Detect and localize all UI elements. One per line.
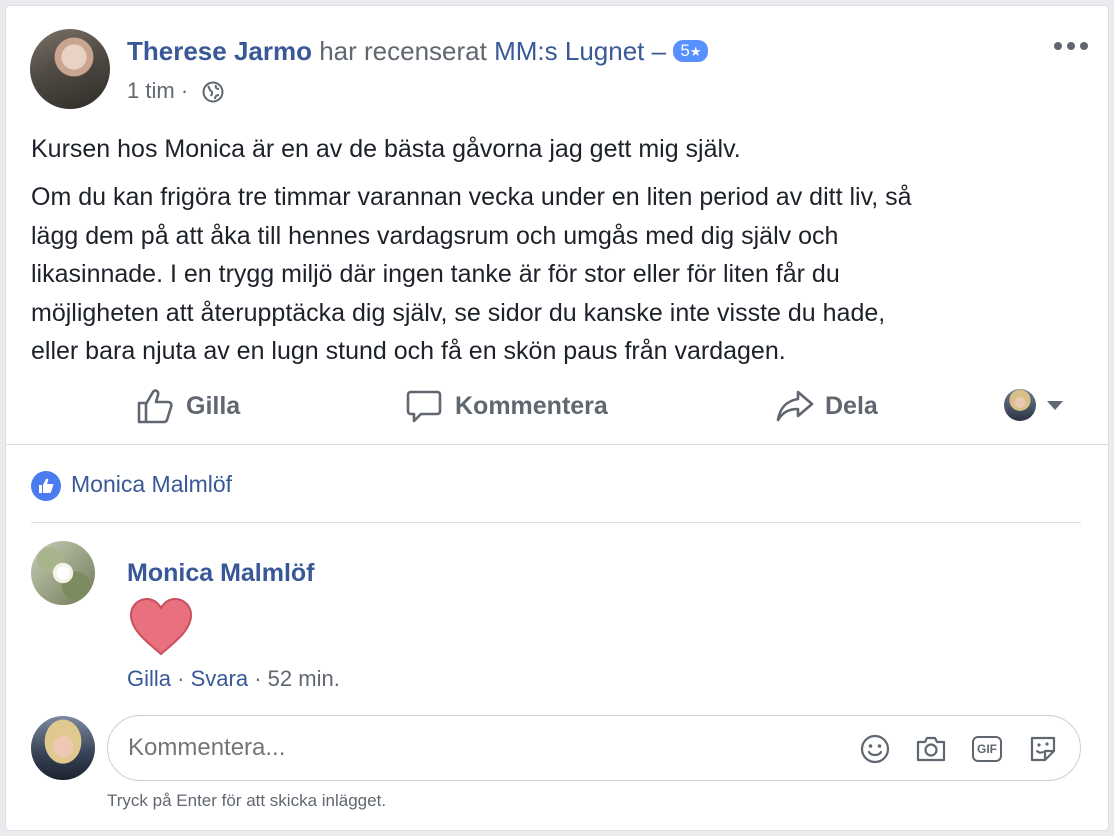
comment-button[interactable]: Kommentera (405, 384, 608, 428)
more-options-icon[interactable] (1054, 42, 1088, 52)
divider (31, 522, 1081, 523)
post-paragraph-1: Kursen hos Monica är en av de bästa gåvo… (31, 135, 741, 163)
chevron-down-icon (1047, 401, 1063, 410)
gif-icon[interactable]: GIF (972, 736, 1002, 762)
star-icon: ★ (689, 44, 702, 59)
comment-actions: Gilla · Svara · 52 min. (127, 666, 340, 692)
globe-icon (202, 81, 224, 103)
paragraph-line: Om du kan frigöra tre timmar varannan ve… (31, 183, 912, 211)
share-arrow-icon (776, 390, 814, 422)
sticker-icon[interactable] (1027, 733, 1059, 765)
comment-reply-link[interactable]: Svara (191, 666, 248, 691)
post-paragraph-2: Om du kan frigöra tre timmar varannan ve… (31, 178, 912, 371)
review-verb: har recenserat (319, 36, 487, 66)
thumbs-up-icon (137, 389, 173, 424)
share-button[interactable]: Dela (775, 384, 878, 428)
speech-bubble-icon (406, 390, 442, 423)
comment-separator: · (254, 666, 262, 691)
meta-separator: · (180, 78, 189, 103)
emoji-icon[interactable] (860, 734, 890, 764)
paragraph-line: lägg dem på att åka till hennes vardagsr… (31, 221, 839, 250)
like-button[interactable]: Gilla (136, 384, 240, 428)
comment-like-link[interactable]: Gilla (127, 666, 171, 691)
comment-input[interactable] (128, 730, 828, 766)
camera-icon[interactable] (915, 734, 947, 764)
like-label: Gilla (186, 391, 241, 420)
comment-input-box[interactable]: GIF (107, 715, 1081, 781)
paragraph-line: eller bara njuta av en lugn stund och få… (31, 337, 786, 365)
rating-badge[interactable]: 5★ (673, 40, 709, 62)
commenter-avatar[interactable] (31, 541, 95, 605)
comment-timestamp[interactable]: 52 min. (268, 666, 340, 691)
likers-link[interactable]: Monica Malmlöf (71, 471, 232, 498)
author-name-link[interactable]: Therese Jarmo (127, 36, 312, 66)
composer-hint: Tryck på Enter för att skicka inlägget. (107, 791, 387, 810)
like-reaction-icon (31, 471, 61, 501)
post-as-selector[interactable] (1004, 389, 1066, 423)
author-avatar[interactable] (30, 29, 110, 109)
viewer-avatar-small (1004, 389, 1036, 421)
paragraph-line: möjligheten att återupptäcka dig själv, … (31, 298, 886, 327)
page-name-link[interactable]: MM:s Lugnet (494, 36, 644, 66)
comment-author-link[interactable]: Monica Malmlöf (127, 559, 315, 588)
divider (6, 444, 1108, 445)
post-timestamp[interactable]: 1 tim (127, 78, 175, 103)
post-meta: 1 tim · (127, 78, 188, 104)
paragraph-line: likasinnade. I en trygg miljö där ingen … (31, 260, 840, 288)
comment-separator: · (177, 666, 185, 691)
comment-label: Kommentera (455, 391, 608, 420)
viewer-avatar (31, 716, 95, 780)
share-label: Dela (825, 391, 878, 420)
post-header-line: Therese Jarmo har recenserat MM:s Lugnet… (127, 36, 709, 67)
heart-icon (129, 597, 193, 656)
header-dash: – (651, 36, 667, 66)
rating-value: 5 (680, 41, 690, 60)
review-post-card: Therese Jarmo har recenserat MM:s Lugnet… (5, 5, 1109, 831)
